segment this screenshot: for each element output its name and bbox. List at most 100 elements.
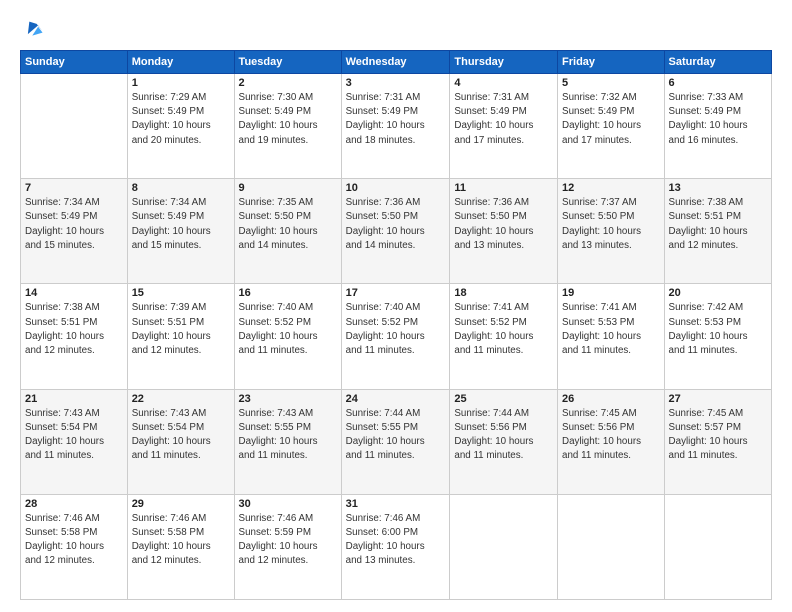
weekday-header-thursday: Thursday (450, 51, 558, 74)
day-number: 7 (25, 182, 123, 194)
calendar-cell: 5 Sunrise: 7:32 AMSunset: 5:49 PMDaylight… (558, 74, 665, 179)
day-info: Sunrise: 7:34 AMSunset: 5:49 PMDaylight:… (25, 196, 123, 253)
calendar-cell: 26 Sunrise: 7:45 AMSunset: 5:56 PMDayligh… (558, 389, 665, 494)
day-info: Sunrise: 7:44 AMSunset: 5:56 PMDaylight:… (454, 407, 553, 464)
calendar-cell: 3 Sunrise: 7:31 AMSunset: 5:49 PMDaylight… (341, 74, 450, 179)
day-number: 24 (346, 393, 446, 405)
logo-icon (22, 18, 44, 40)
calendar-cell: 16Sunrise: 7:40 AMSunset: 5:52 PMDayligh… (234, 284, 341, 389)
day-info: Sunrise: 7:37 AMSunset: 5:50 PMDaylight:… (562, 196, 660, 253)
day-number: 12 (562, 182, 660, 194)
day-number: 1 (132, 77, 230, 89)
day-info: Sunrise: 7:38 AMSunset: 5:51 PMDaylight:… (25, 301, 123, 358)
day-info: Sunrise: 7:36 AMSunset: 5:50 PMDaylight:… (346, 196, 446, 253)
day-info: Sunrise: 7:41 AMSunset: 5:53 PMDaylight:… (562, 301, 660, 358)
day-number: 13 (669, 182, 767, 194)
weekday-header-friday: Friday (558, 51, 665, 74)
calendar-week-row: 21 Sunrise: 7:43 AMSunset: 5:54 PMDayligh… (21, 389, 772, 494)
calendar-cell (21, 74, 128, 179)
day-info: Sunrise: 7:41 AMSunset: 5:52 PMDaylight:… (454, 301, 553, 358)
calendar-cell (450, 494, 558, 599)
day-info: Sunrise: 7:31 AMSunset: 5:49 PMDaylight:… (454, 91, 553, 148)
day-number: 3 (346, 77, 446, 89)
day-number: 22 (132, 393, 230, 405)
day-info: Sunrise: 7:43 AMSunset: 5:55 PMDaylight:… (239, 407, 337, 464)
weekday-header-row: SundayMondayTuesdayWednesdayThursdayFrid… (21, 51, 772, 74)
day-number: 31 (346, 498, 446, 510)
weekday-header-saturday: Saturday (664, 51, 771, 74)
day-info: Sunrise: 7:32 AMSunset: 5:49 PMDaylight:… (562, 91, 660, 148)
day-info: Sunrise: 7:46 AMSunset: 6:00 PMDaylight:… (346, 512, 446, 569)
day-info: Sunrise: 7:39 AMSunset: 5:51 PMDaylight:… (132, 301, 230, 358)
day-number: 25 (454, 393, 553, 405)
page: SundayMondayTuesdayWednesdayThursdayFrid… (0, 0, 792, 612)
day-number: 14 (25, 287, 123, 299)
day-number: 27 (669, 393, 767, 405)
calendar-cell: 8 Sunrise: 7:34 AMSunset: 5:49 PMDaylight… (127, 179, 234, 284)
calendar-cell: 9 Sunrise: 7:35 AMSunset: 5:50 PMDaylight… (234, 179, 341, 284)
day-number: 5 (562, 77, 660, 89)
day-info: Sunrise: 7:33 AMSunset: 5:49 PMDaylight:… (669, 91, 767, 148)
calendar-cell: 12 Sunrise: 7:37 AMSunset: 5:50 PMDayligh… (558, 179, 665, 284)
day-number: 23 (239, 393, 337, 405)
day-number: 16 (239, 287, 337, 299)
calendar-cell (664, 494, 771, 599)
day-info: Sunrise: 7:31 AMSunset: 5:49 PMDaylight:… (346, 91, 446, 148)
calendar-cell: 1 Sunrise: 7:29 AMSunset: 5:49 PMDaylight… (127, 74, 234, 179)
calendar-cell: 4Sunrise: 7:31 AMSunset: 5:49 PMDaylight… (450, 74, 558, 179)
day-number: 9 (239, 182, 337, 194)
day-number: 18 (454, 287, 553, 299)
calendar-cell: 21 Sunrise: 7:43 AMSunset: 5:54 PMDayligh… (21, 389, 128, 494)
header (20, 18, 772, 40)
day-info: Sunrise: 7:40 AMSunset: 5:52 PMDaylight:… (346, 301, 446, 358)
calendar-cell (558, 494, 665, 599)
weekday-header-monday: Monday (127, 51, 234, 74)
day-info: Sunrise: 7:43 AMSunset: 5:54 PMDaylight:… (25, 407, 123, 464)
day-number: 30 (239, 498, 337, 510)
day-info: Sunrise: 7:46 AMSunset: 5:59 PMDaylight:… (239, 512, 337, 569)
calendar-cell: 28 Sunrise: 7:46 AMSunset: 5:58 PMDayligh… (21, 494, 128, 599)
day-info: Sunrise: 7:43 AMSunset: 5:54 PMDaylight:… (132, 407, 230, 464)
day-number: 2 (239, 77, 337, 89)
calendar-cell: 2 Sunrise: 7:30 AMSunset: 5:49 PMDaylight… (234, 74, 341, 179)
day-info: Sunrise: 7:42 AMSunset: 5:53 PMDaylight:… (669, 301, 767, 358)
calendar-cell: 20Sunrise: 7:42 AMSunset: 5:53 PMDayligh… (664, 284, 771, 389)
calendar-week-row: 1 Sunrise: 7:29 AMSunset: 5:49 PMDaylight… (21, 74, 772, 179)
calendar-cell: 7 Sunrise: 7:34 AMSunset: 5:49 PMDaylight… (21, 179, 128, 284)
calendar-cell: 13Sunrise: 7:38 AMSunset: 5:51 PMDayligh… (664, 179, 771, 284)
day-info: Sunrise: 7:29 AMSunset: 5:49 PMDaylight:… (132, 91, 230, 148)
day-number: 28 (25, 498, 123, 510)
day-number: 26 (562, 393, 660, 405)
calendar-cell: 10Sunrise: 7:36 AMSunset: 5:50 PMDayligh… (341, 179, 450, 284)
day-info: Sunrise: 7:46 AMSunset: 5:58 PMDaylight:… (25, 512, 123, 569)
calendar-table: SundayMondayTuesdayWednesdayThursdayFrid… (20, 50, 772, 600)
day-info: Sunrise: 7:45 AMSunset: 5:57 PMDaylight:… (669, 407, 767, 464)
day-info: Sunrise: 7:34 AMSunset: 5:49 PMDaylight:… (132, 196, 230, 253)
calendar-cell: 15 Sunrise: 7:39 AMSunset: 5:51 PMDayligh… (127, 284, 234, 389)
weekday-header-tuesday: Tuesday (234, 51, 341, 74)
calendar-week-row: 7 Sunrise: 7:34 AMSunset: 5:49 PMDaylight… (21, 179, 772, 284)
calendar-cell: 30 Sunrise: 7:46 AMSunset: 5:59 PMDayligh… (234, 494, 341, 599)
day-number: 29 (132, 498, 230, 510)
day-number: 11 (454, 182, 553, 194)
day-number: 15 (132, 287, 230, 299)
calendar-cell: 14 Sunrise: 7:38 AMSunset: 5:51 PMDayligh… (21, 284, 128, 389)
calendar-cell: 24 Sunrise: 7:44 AMSunset: 5:55 PMDayligh… (341, 389, 450, 494)
day-number: 17 (346, 287, 446, 299)
calendar-cell: 18 Sunrise: 7:41 AMSunset: 5:52 PMDayligh… (450, 284, 558, 389)
logo (20, 18, 44, 40)
calendar-cell: 11 Sunrise: 7:36 AMSunset: 5:50 PMDayligh… (450, 179, 558, 284)
calendar-cell: 27 Sunrise: 7:45 AMSunset: 5:57 PMDayligh… (664, 389, 771, 494)
calendar-cell: 22 Sunrise: 7:43 AMSunset: 5:54 PMDayligh… (127, 389, 234, 494)
day-info: Sunrise: 7:35 AMSunset: 5:50 PMDaylight:… (239, 196, 337, 253)
calendar-cell: 25 Sunrise: 7:44 AMSunset: 5:56 PMDayligh… (450, 389, 558, 494)
calendar-week-row: 28 Sunrise: 7:46 AMSunset: 5:58 PMDayligh… (21, 494, 772, 599)
day-info: Sunrise: 7:44 AMSunset: 5:55 PMDaylight:… (346, 407, 446, 464)
day-info: Sunrise: 7:30 AMSunset: 5:49 PMDaylight:… (239, 91, 337, 148)
calendar-cell: 23 Sunrise: 7:43 AMSunset: 5:55 PMDayligh… (234, 389, 341, 494)
day-number: 21 (25, 393, 123, 405)
day-number: 8 (132, 182, 230, 194)
day-info: Sunrise: 7:46 AMSunset: 5:58 PMDaylight:… (132, 512, 230, 569)
day-info: Sunrise: 7:45 AMSunset: 5:56 PMDaylight:… (562, 407, 660, 464)
day-info: Sunrise: 7:36 AMSunset: 5:50 PMDaylight:… (454, 196, 553, 253)
